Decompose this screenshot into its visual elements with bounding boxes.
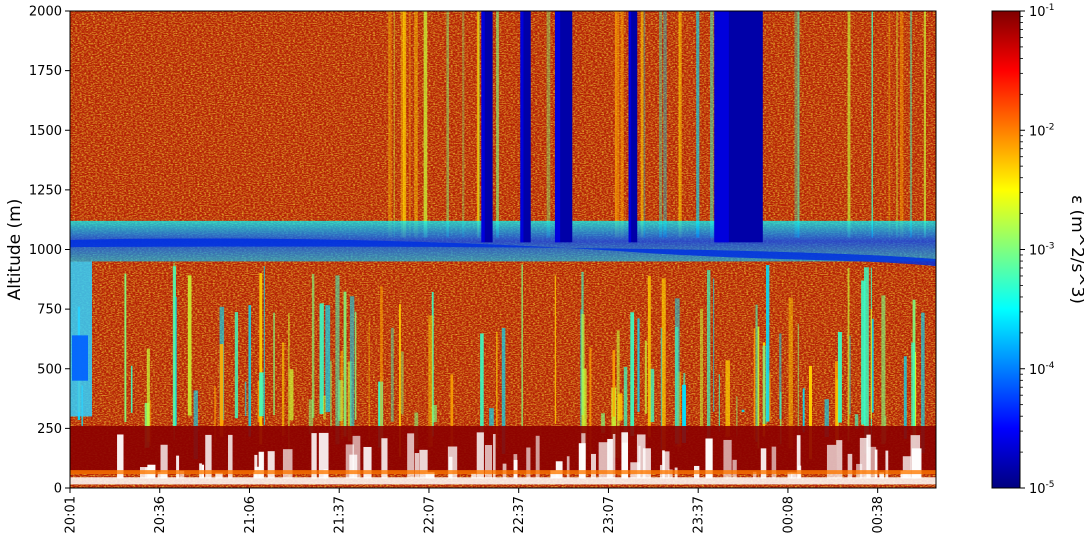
y-tick-label: 0 [54, 482, 62, 497]
x-tick-label: 22:37 [512, 496, 527, 533]
y-tick-label: 1750 [29, 64, 62, 79]
x-tick-label: 21:06 [243, 496, 258, 533]
y-axis: 0 250 500 750 1000 1250 1500 1750 2000 [29, 5, 70, 497]
colorbar-tick-label: 10-3 [1029, 242, 1055, 259]
colorbar-tick-label: 10-5 [1029, 480, 1055, 497]
x-tick-label: 00:08 [781, 496, 796, 533]
colorbar: 10-5 10-4 10-3 10-2 10-1 [991, 3, 1055, 497]
y-tick-label: 750 [37, 303, 62, 318]
colorbar-tick-label: 10-2 [1029, 122, 1055, 139]
colorbar-tick-label: 10-1 [1029, 3, 1055, 20]
x-tick-label: 21:37 [333, 496, 348, 533]
x-tick-label: 20:01 [64, 496, 79, 533]
x-tick-label: 22:07 [422, 496, 437, 533]
x-tick-label: 20:36 [153, 496, 168, 533]
colorbar-gradient [991, 10, 1021, 489]
y-tick-label: 1000 [29, 243, 62, 258]
chart: 0 250 500 750 1000 1250 1500 1750 2000 20:01 20:3… [5, 3, 1084, 533]
y-axis-title: Altitude (m) [5, 199, 25, 301]
y-tick-label: 500 [37, 362, 62, 377]
y-tick-label: 250 [37, 422, 62, 437]
colorbar-title: ε (m^2/s^3) [1067, 195, 1084, 304]
heatmap-plot-area [70, 11, 936, 488]
x-tick-label: 23:37 [692, 496, 707, 533]
y-tick-label: 1500 [29, 124, 62, 139]
x-tick-label: 23:07 [602, 496, 617, 533]
colorbar-tick-label: 10-4 [1029, 361, 1055, 378]
x-axis: 20:01 20:36 21:06 21:37 22:07 22:37 23:07 23:37… [64, 488, 886, 533]
y-tick-label: 2000 [29, 5, 62, 20]
y-tick-label: 1250 [29, 183, 62, 198]
x-tick-label: 00:38 [871, 496, 886, 533]
